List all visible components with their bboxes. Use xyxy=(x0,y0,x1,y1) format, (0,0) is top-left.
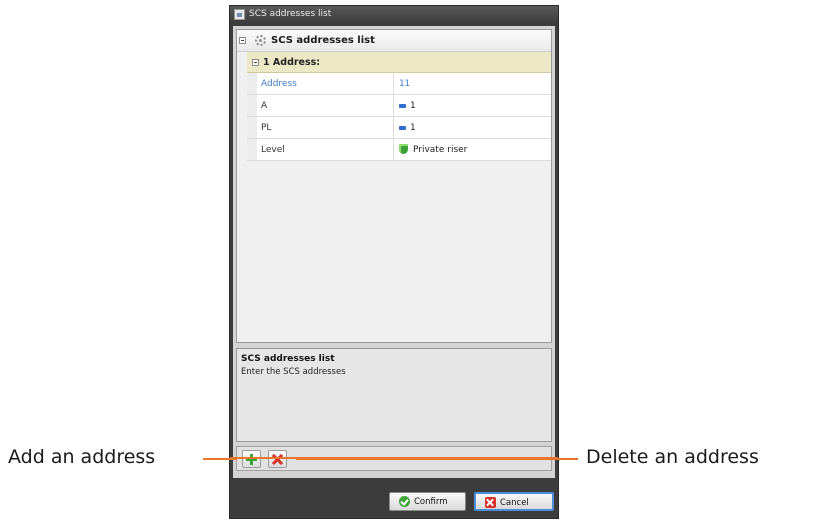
delete-address-callout: Delete an address xyxy=(586,446,759,468)
delete-address-button[interactable] xyxy=(268,450,287,468)
address-value-field[interactable]: 11 xyxy=(399,79,410,89)
delete-callout-line xyxy=(296,458,578,460)
cancel-button[interactable]: Cancel xyxy=(474,492,554,511)
tree-root-label: SCS addresses list xyxy=(271,35,375,46)
level-value-field[interactable]: Private riser xyxy=(413,145,467,155)
window-icon xyxy=(234,9,245,20)
a-value-field[interactable]: 1 xyxy=(410,101,415,111)
property-tree: SCS addresses list 1 Address: Address 11… xyxy=(236,29,552,343)
title-bar[interactable]: SCS addresses list xyxy=(230,6,558,24)
property-name: PL xyxy=(261,123,272,133)
property-row-level[interactable]: Level Private riser xyxy=(247,139,551,161)
delete-x-icon xyxy=(272,454,283,465)
property-name: A xyxy=(261,101,268,111)
dialog-client-area: SCS addresses list 1 Address: Address 11… xyxy=(233,26,555,478)
collapse-toggle-icon[interactable] xyxy=(239,37,246,44)
description-title: SCS addresses list xyxy=(241,354,335,364)
address-category-row[interactable]: 1 Address: xyxy=(247,52,551,73)
cancel-label: Cancel xyxy=(500,498,529,508)
collapse-toggle-icon[interactable] xyxy=(252,59,259,66)
description-text: Enter the SCS addresses xyxy=(241,367,346,377)
property-row-a[interactable]: A 1 xyxy=(247,95,551,117)
green-shield-icon xyxy=(399,144,408,154)
gear-icon xyxy=(255,35,266,46)
category-label: 1 Address: xyxy=(263,57,321,68)
add-address-button[interactable] xyxy=(242,450,261,468)
property-row-pl[interactable]: PL 1 xyxy=(247,117,551,139)
plus-icon xyxy=(246,454,257,465)
property-row-address[interactable]: Address 11 xyxy=(247,73,551,95)
blue-square-icon xyxy=(399,126,406,130)
add-callout-line xyxy=(203,458,237,460)
description-panel: SCS addresses list Enter the SCS address… xyxy=(236,348,552,442)
tree-root-row[interactable]: SCS addresses list xyxy=(237,30,551,52)
confirm-button[interactable]: Confirm xyxy=(389,492,466,511)
pl-value-field[interactable]: 1 xyxy=(410,123,415,133)
check-circle-icon xyxy=(399,496,410,507)
confirm-label: Confirm xyxy=(414,497,448,507)
cancel-x-icon xyxy=(485,497,496,508)
property-name: Level xyxy=(261,145,285,155)
property-name: Address xyxy=(261,79,297,89)
window-title: SCS addresses list xyxy=(249,9,332,19)
blue-square-icon xyxy=(399,104,406,108)
dialog-window: SCS addresses list SCS addresses list 1 … xyxy=(229,5,559,519)
add-address-callout: Add an address xyxy=(8,446,156,468)
